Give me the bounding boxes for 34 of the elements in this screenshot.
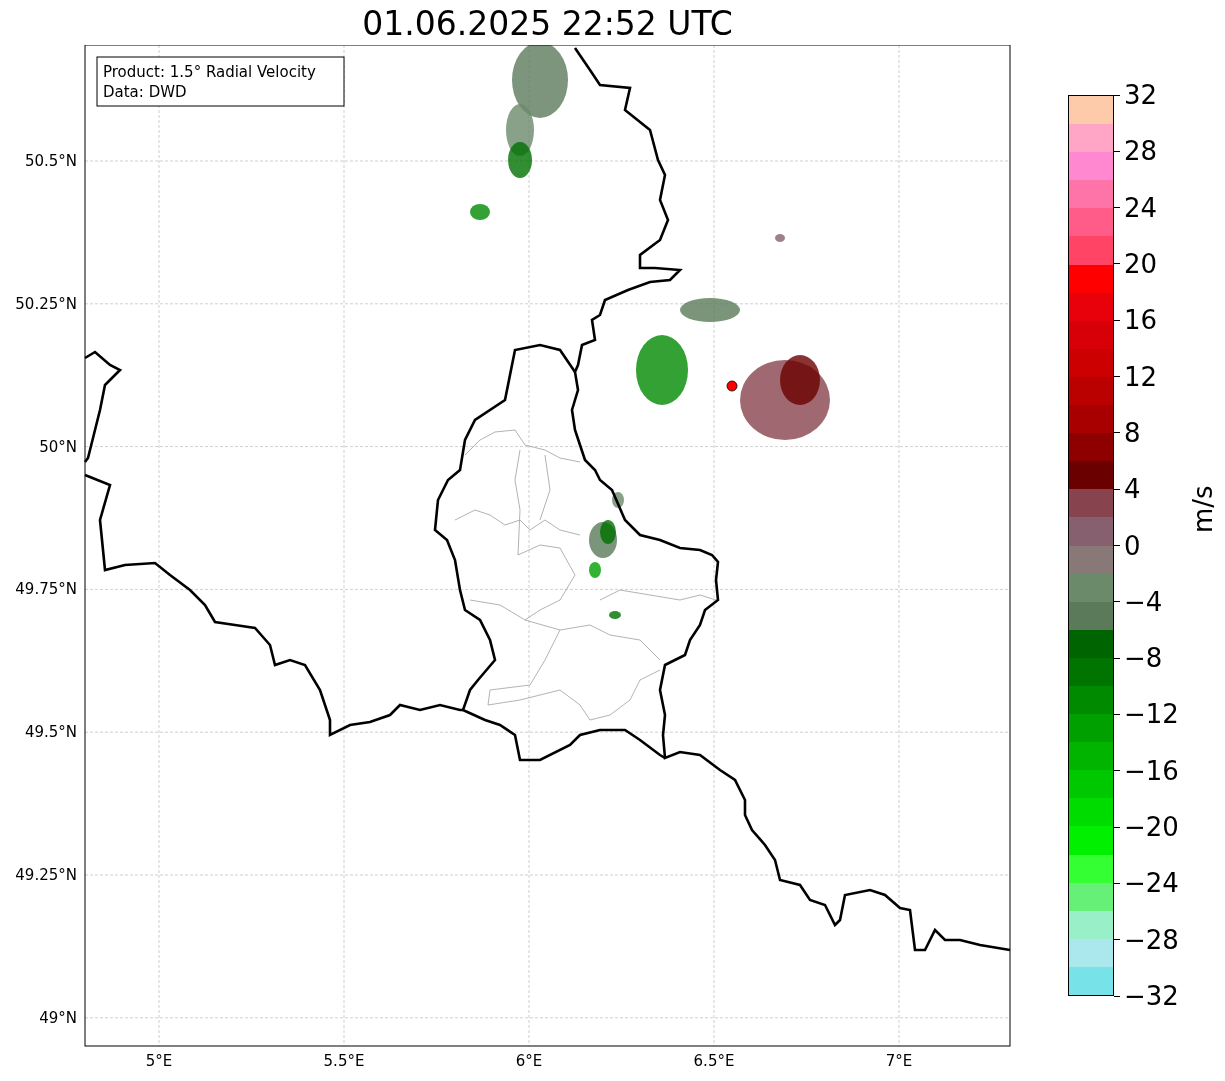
colorbar-tick-label: 12 — [1124, 361, 1158, 392]
colorbar-tick-label: −12 — [1124, 699, 1179, 730]
longitude-label: 5°E — [145, 1052, 173, 1070]
latitude-label: 49.25°N — [15, 866, 77, 884]
colorbar-tick-label: 24 — [1124, 192, 1158, 223]
colorbar-tick-label: −32 — [1124, 981, 1179, 1011]
colorbar-tick-label: −20 — [1124, 812, 1179, 843]
colorbar-tick-label: 8 — [1124, 417, 1141, 448]
latitude-label: 50.5°N — [24, 152, 77, 170]
longitude-label: 6°E — [515, 1052, 543, 1070]
latitude-label: 49.5°N — [24, 723, 77, 742]
longitude-label: 5.5°E — [323, 1052, 365, 1070]
colorbar-tick-label: 0 — [1124, 530, 1141, 561]
info-text: Data: DWD — [103, 83, 187, 101]
latitude-label: 49°N — [39, 1008, 77, 1027]
colorbar-tick-label: −4 — [1124, 586, 1163, 617]
colorbar-tick-label: 16 — [1124, 305, 1158, 336]
colorbar-tick-label: 20 — [1124, 248, 1158, 279]
longitude-label: 7°E — [885, 1052, 913, 1070]
latitude-label: 50.25°N — [15, 294, 77, 313]
colorbar-unit-label: m/s — [1188, 485, 1218, 533]
colorbar-tick-label: −8 — [1124, 643, 1163, 674]
colorbar-tick-label: −28 — [1124, 924, 1179, 955]
info-text: Product: 1.5° Radial Velocity — [103, 63, 316, 81]
longitude-label: 6.5°E — [693, 1052, 735, 1070]
radar-site-marker — [726, 380, 738, 392]
colorbar-tick-label: 4 — [1124, 474, 1141, 505]
colorbar-tick-label: 32 — [1124, 80, 1158, 110]
colorbar-tick-label: −24 — [1124, 868, 1179, 899]
latitude-label: 50°N — [39, 437, 77, 456]
colorbar-tick-label: −16 — [1124, 755, 1179, 786]
colorbar-tick-label: 28 — [1124, 136, 1158, 167]
latitude-label: 49.75°N — [15, 580, 77, 599]
chart-title: 01.06.2025 22:52 UTC — [362, 3, 733, 45]
